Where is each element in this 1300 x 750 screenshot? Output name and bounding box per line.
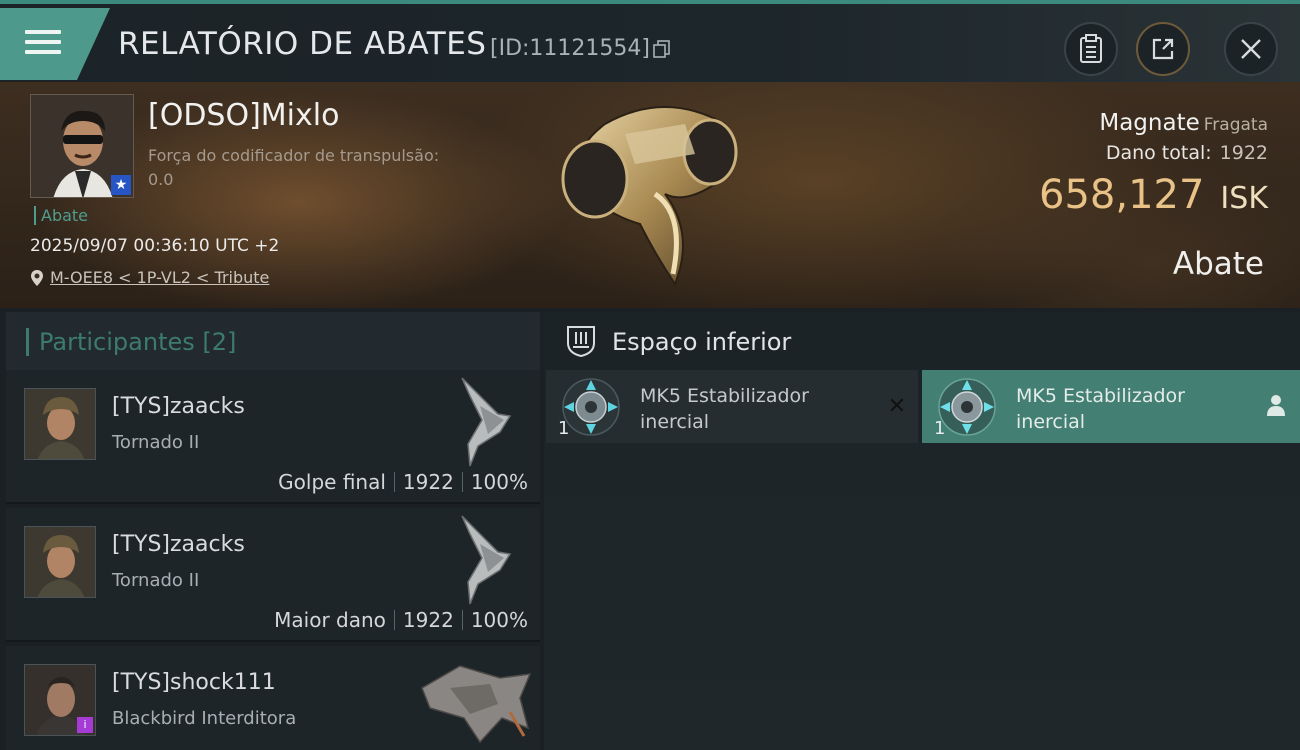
destroyed-x-icon: ✕ [887,394,906,419]
share-icon [1152,38,1174,60]
module-quantity: 1 [558,418,570,439]
participant-stats: Maior dano 1922 100% [274,608,528,632]
participant-avatar[interactable] [24,388,96,460]
participants-panel: Participantes [2] [TYS]zaacks Tornado II… [6,312,540,750]
victim-ship-image[interactable] [545,94,765,294]
low-slot-icon [567,326,595,358]
menu-icon [25,30,61,60]
share-button[interactable] [1136,22,1190,76]
participants-label: Participantes [39,328,195,356]
copy-icon[interactable] [653,40,671,58]
participant-card[interactable]: i [TYS]shock111 Blackbird Interditora [6,646,540,750]
location-link[interactable]: M-OEE8 < 1P-VL2 < Tribute [30,268,269,287]
participant-damage: 1922 [402,470,454,494]
module-name-line1: MK5 Estabilizador [1016,385,1185,407]
character-badge-icon: i [77,717,93,733]
fitting-empty-area [544,443,1300,750]
timestamp: 2025/09/07 00:36:10 UTC +2 [30,236,280,256]
low-slot-title: Espaço inferior [612,328,792,356]
participant-percent: 100% [470,470,528,494]
attribute-value: 0.0 [148,170,174,189]
module-name-line2: inercial [640,411,710,433]
close-icon [1241,39,1261,59]
location-pin-icon [31,269,43,286]
victim-attribute: Força do codificador de transpulsão: 0.0 [148,144,439,192]
participant-role: Maior dano [274,608,386,632]
location-text: M-OEE8 < 1P-VL2 < Tribute [50,268,270,287]
ship-name[interactable]: Magnate [1099,110,1199,136]
participants-count: [2] [202,328,237,356]
star-icon: ★ [111,175,131,195]
kill-tag: Abate [34,206,88,225]
participant-ship: Blackbird Interditora [112,708,297,729]
total-damage: Dano total: 1922 [1106,142,1268,164]
participant-percent: 100% [470,608,528,632]
participant-card[interactable]: [TYS]zaacks Tornado II Golpe final 1922 10… [6,370,540,504]
module-quantity: 1 [934,418,946,439]
module-name: MK5 Estabilizador inercial [1016,383,1185,435]
module-item-dropped[interactable]: 1 MK5 Estabilizador inercial [922,370,1300,443]
module-name-line1: MK5 Estabilizador [640,385,809,407]
top-bar: RELATÓRIO DE ABATES [ID:11121554] [0,0,1300,82]
participant-name[interactable]: [TYS]shock111 [112,670,276,695]
result-label: Abate [1172,246,1264,282]
participant-avatar[interactable]: i [24,664,96,736]
isk-amount: 658,127 [1039,172,1205,218]
victim-panel: ★ [ODSO]Mixlo Força do codificador de tr… [0,82,1300,308]
participant-avatar[interactable] [24,526,96,598]
module-name: MK5 Estabilizador inercial [640,383,809,435]
damage-label: Dano total: [1105,142,1212,164]
participant-portrait-image [25,527,95,597]
isk-unit: ISK [1220,181,1268,216]
damage-value: 1922 [1219,142,1268,164]
participants-header: Participantes [2] [6,312,540,370]
victim-ship: Magnate Fragata [1099,110,1268,136]
report-id: [ID:11121554] [490,36,650,61]
fitting-panel: Espaço inferior 1 MK5 Estabilizador iner… [544,312,1300,750]
participant-stats: Golpe final 1922 100% [278,470,528,494]
clipboard-button[interactable] [1064,22,1118,76]
close-button[interactable] [1224,22,1278,76]
participant-ship: Tornado II [112,570,200,591]
page-title: RELATÓRIO DE ABATES [118,26,487,62]
ship-class: Fragata [1203,115,1268,135]
participant-role: Golpe final [278,470,386,494]
participant-card[interactable]: [TYS]zaacks Tornado II Maior dano 1922 100… [6,508,540,642]
participant-ship-image[interactable] [440,514,520,606]
menu-button[interactable] [0,8,110,80]
isk-value: 658,127 ISK [1039,172,1268,218]
module-item-destroyed[interactable]: 1 MK5 Estabilizador inercial ✕ [546,370,918,443]
participant-ship-image[interactable] [420,658,532,750]
participant-damage: 1922 [402,608,454,632]
participant-name[interactable]: [TYS]zaacks [112,532,245,557]
participant-ship: Tornado II [112,432,200,453]
participant-ship-image[interactable] [440,376,520,468]
header-accent-bar [26,328,29,356]
victim-name[interactable]: [ODSO]Mixlo [148,98,339,133]
clipboard-icon [1080,34,1102,63]
attribute-label: Força do codificador de transpulsão: [148,146,440,165]
participants-title: Participantes [2] [39,328,236,356]
participant-name[interactable]: [TYS]zaacks [112,394,245,419]
module-name-line2: inercial [1016,411,1086,433]
victim-avatar[interactable]: ★ [30,94,134,198]
participant-portrait-image [25,389,95,459]
low-slot-header: Espaço inferior [544,312,1300,370]
person-icon [1267,395,1285,416]
